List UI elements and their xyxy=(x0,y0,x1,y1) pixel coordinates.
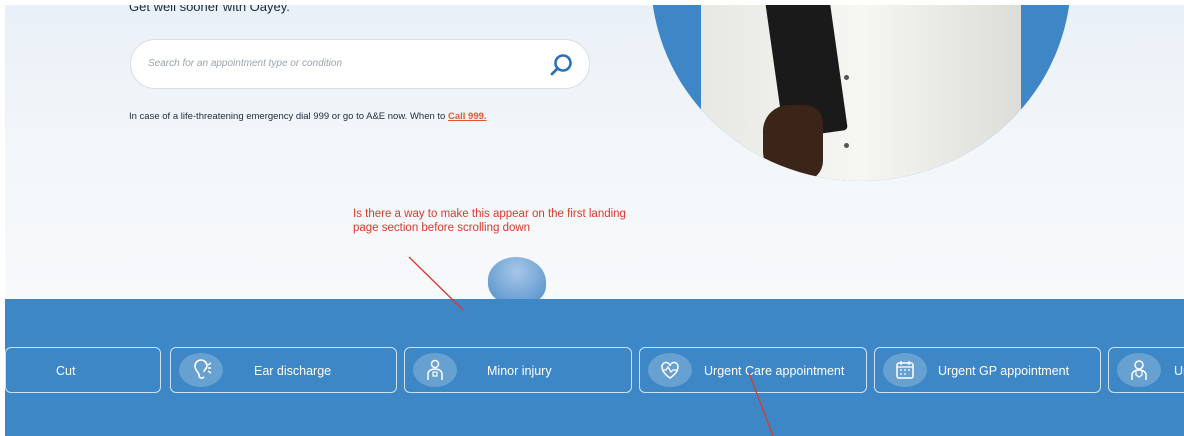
service-card-label: Urgent GP appointment xyxy=(938,364,1070,378)
emergency-notice: In case of a life-threatening emergency … xyxy=(129,111,487,122)
hero-section: Get well sooner with Oayey. Search for a… xyxy=(5,5,1184,299)
search-input[interactable]: Search for an appointment type or condit… xyxy=(130,39,590,89)
service-card-label: Minor injury xyxy=(487,364,552,378)
search-icon[interactable] xyxy=(549,52,575,78)
heartbeat-icon xyxy=(648,353,692,387)
service-card-label: Ear discharge xyxy=(254,364,332,378)
service-card-label: Cut xyxy=(56,364,76,378)
calendar-icon xyxy=(883,353,927,387)
service-card-minor-injury[interactable]: Minor injury xyxy=(404,347,632,393)
coat-button xyxy=(844,75,849,80)
call-999-link[interactable]: Call 999. xyxy=(448,111,487,122)
service-card-label: Ur xyxy=(1174,364,1184,378)
injured-person-icon xyxy=(413,353,457,387)
doctor-coat xyxy=(701,5,1021,181)
scroll-bubble xyxy=(488,257,546,305)
annotation-note: Is there a way to make this appear on th… xyxy=(353,208,626,234)
service-card-partial[interactable]: Ur xyxy=(1108,347,1184,393)
hero-tagline: Get well sooner with Oayey. xyxy=(129,5,290,14)
search-placeholder: Search for an appointment type or condit… xyxy=(148,58,343,69)
doctor-image xyxy=(651,5,1071,181)
service-card-ear-discharge[interactable]: Ear discharge xyxy=(170,347,397,393)
emergency-text: In case of a life-threatening emergency … xyxy=(129,111,448,122)
doctor-icon xyxy=(1117,353,1161,387)
service-card-cut[interactable]: Cut xyxy=(5,347,161,393)
ear-icon xyxy=(179,353,223,387)
doctor-hand xyxy=(763,105,823,181)
coat-button xyxy=(844,143,849,148)
service-card-label: Urgent Care appointment xyxy=(704,364,845,378)
service-card-urgent-gp[interactable]: Urgent GP appointment xyxy=(874,347,1101,393)
service-card-urgent-care[interactable]: Urgent Care appointment xyxy=(639,347,867,393)
